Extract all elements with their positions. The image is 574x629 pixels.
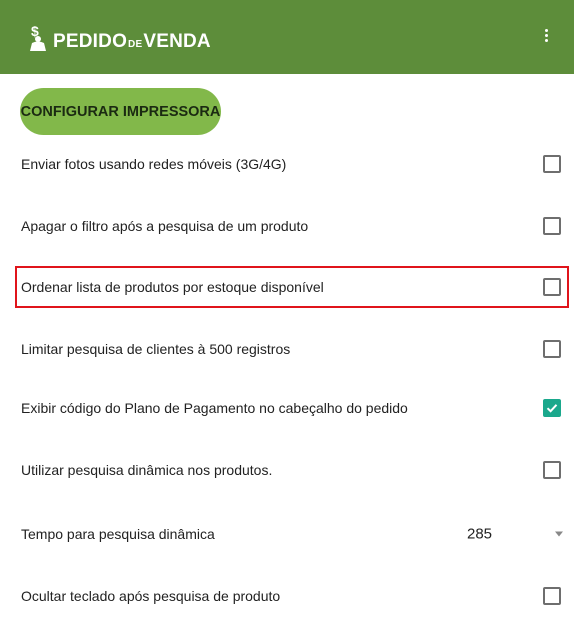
setting-checkbox[interactable] [543,340,561,358]
setting-row-limitar-pesquisa[interactable]: Limitar pesquisa de clientes à 500 regis… [0,319,574,379]
setting-checkbox[interactable] [543,587,561,605]
chevron-down-icon[interactable] [555,531,563,537]
setting-checkbox[interactable] [543,278,561,296]
setting-label: Ocultar teclado após pesquisa de produto [21,588,281,604]
logo-word-pedido: PEDIDO [53,31,128,52]
setting-label: Enviar fotos usando redes móveis (3G/4G) [21,156,287,172]
setting-label: Ordenar lista de produtos por estoque di… [21,279,324,295]
setting-checkbox[interactable] [543,461,561,479]
setting-label: Exibir código do Plano de Pagamento no c… [21,400,408,416]
setting-row-enviar-fotos[interactable]: Enviar fotos usando redes móveis (3G/4G) [0,134,574,194]
setting-label: Limitar pesquisa de clientes à 500 regis… [21,341,291,357]
check-icon [546,404,558,413]
setting-label: Tempo para pesquisa dinâmica [21,526,215,542]
dollar-person-icon: $ [30,24,46,51]
setting-checkbox[interactable] [543,155,561,173]
setting-checkbox[interactable] [543,399,561,417]
tempo-pesquisa-select[interactable]: 285 [467,526,492,543]
setting-label: Apagar o filtro após a pesquisa de um pr… [21,218,309,234]
setting-row-ordenar-lista[interactable]: Ordenar lista de produtos por estoque di… [0,257,574,317]
app-bar: $ PEDIDO DE VENDA [0,0,574,74]
setting-label: Utilizar pesquisa dinâmica nos produtos. [21,462,273,478]
app-logo: $ PEDIDO DE VENDA [27,24,211,51]
logo-word-venda: VENDA [143,31,211,52]
setting-row-exibir-codigo[interactable]: Exibir código do Plano de Pagamento no c… [0,378,574,438]
more-vert-icon[interactable] [540,27,552,47]
logo-word-de: DE [128,39,143,50]
configurar-impressora-button[interactable]: CONFIGURAR IMPRESSORA [20,88,221,135]
setting-row-tempo-pesquisa[interactable]: Tempo para pesquisa dinâmica 285 [0,504,574,564]
setting-row-ocultar-teclado[interactable]: Ocultar teclado após pesquisa de produto [0,566,574,626]
setting-row-apagar-filtro[interactable]: Apagar o filtro após a pesquisa de um pr… [0,196,574,256]
setting-checkbox[interactable] [543,217,561,235]
setting-row-pesquisa-dinamica[interactable]: Utilizar pesquisa dinâmica nos produtos. [0,440,574,500]
